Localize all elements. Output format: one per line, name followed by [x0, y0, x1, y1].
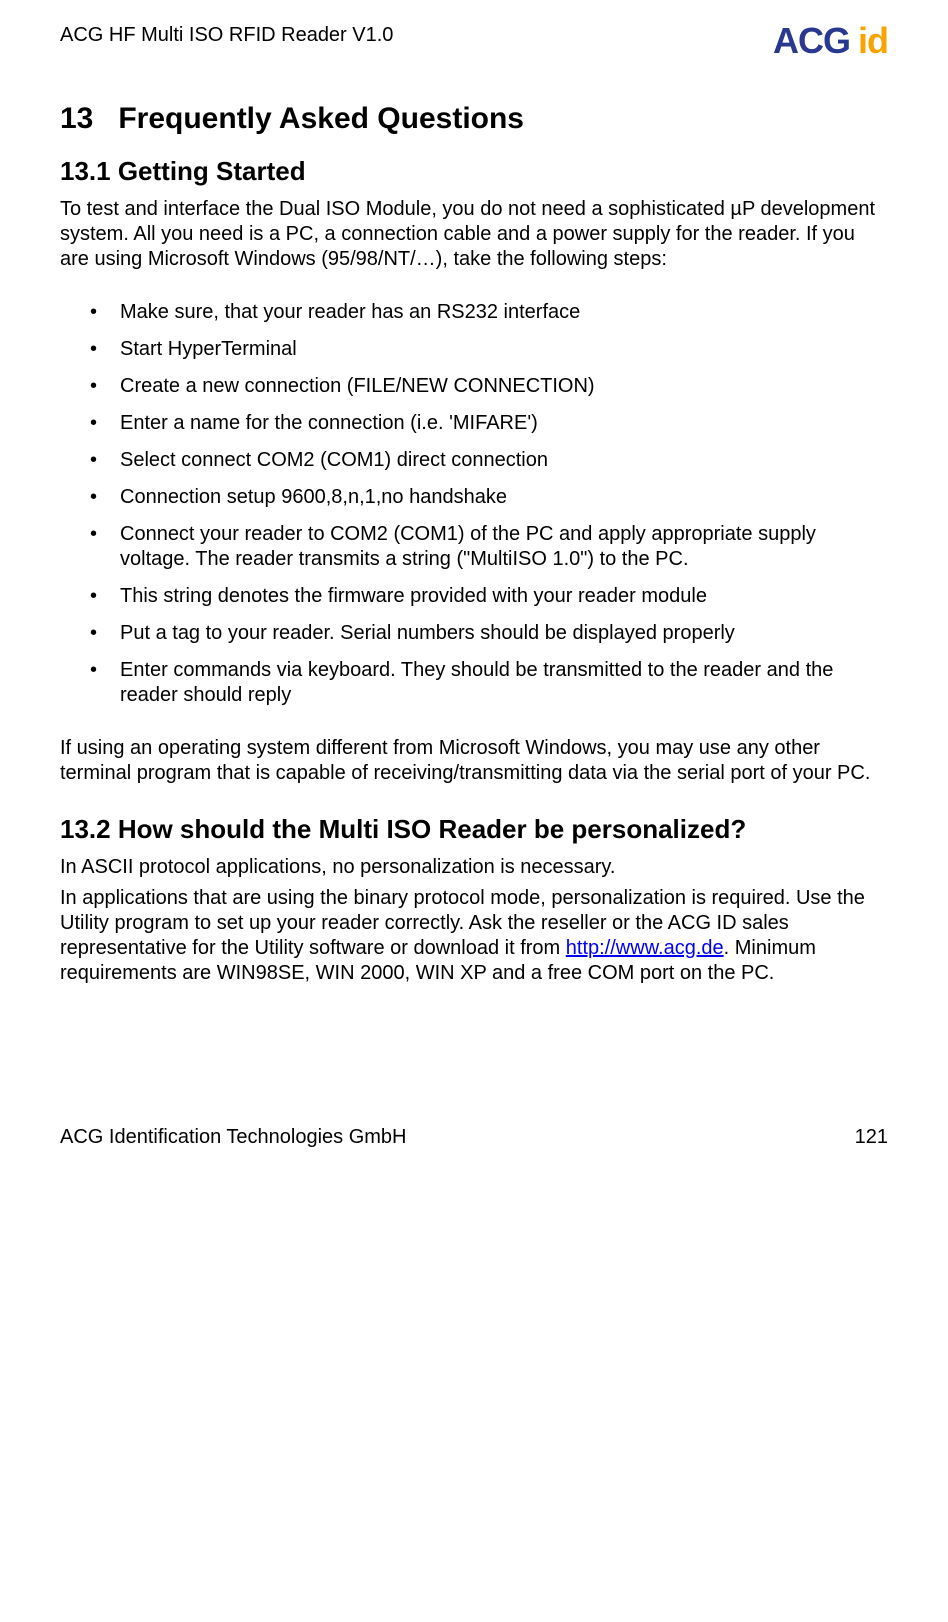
personalization-p2: In applications that are using the binar…: [60, 886, 888, 986]
subsection-heading-getting-started: 13.1 Getting Started: [60, 156, 888, 187]
list-item: Make sure, that your reader has an RS232…: [60, 300, 888, 325]
document-page: ACG HF Multi ISO RFID Reader V1.0 ACG id…: [0, 0, 948, 1189]
page-header: ACG HF Multi ISO RFID Reader V1.0 ACG id: [60, 20, 888, 62]
logo-text-acg: ACG: [773, 20, 850, 62]
steps-list: Make sure, that your reader has an RS232…: [60, 300, 888, 708]
page-footer: ACG Identification Technologies GmbH 121: [60, 1126, 888, 1149]
section-heading: 13 Frequently Asked Questions: [60, 102, 888, 136]
footer-page-number: 121: [855, 1126, 888, 1149]
list-item: Enter commands via keyboard. They should…: [60, 658, 888, 708]
list-item: Select connect COM2 (COM1) direct connec…: [60, 448, 888, 473]
acg-id-logo: ACG id: [773, 20, 888, 62]
list-item: Connect your reader to COM2 (COM1) of th…: [60, 522, 888, 572]
footer-company: ACG Identification Technologies GmbH: [60, 1126, 406, 1149]
list-item: Enter a name for the connection (i.e. 'M…: [60, 411, 888, 436]
logo-text-id: id: [858, 20, 888, 62]
acg-website-link[interactable]: http://www.acg.de: [566, 937, 724, 959]
list-item: Start HyperTerminal: [60, 337, 888, 362]
section-title: Frequently Asked Questions: [118, 102, 524, 135]
list-item: This string denotes the firmware provide…: [60, 584, 888, 609]
document-title: ACG HF Multi ISO RFID Reader V1.0: [60, 20, 393, 47]
list-item: Create a new connection (FILE/NEW CONNEC…: [60, 374, 888, 399]
list-item: Put a tag to your reader. Serial numbers…: [60, 621, 888, 646]
outro-paragraph: If using an operating system different f…: [60, 736, 888, 786]
intro-paragraph: To test and interface the Dual ISO Modul…: [60, 197, 888, 272]
subsection-heading-personalization: 13.2 How should the Multi ISO Reader be …: [60, 814, 888, 845]
personalization-p1: In ASCII protocol applications, no perso…: [60, 855, 888, 880]
list-item: Connection setup 9600,8,n,1,no handshake: [60, 485, 888, 510]
section-number: 13: [60, 102, 110, 136]
